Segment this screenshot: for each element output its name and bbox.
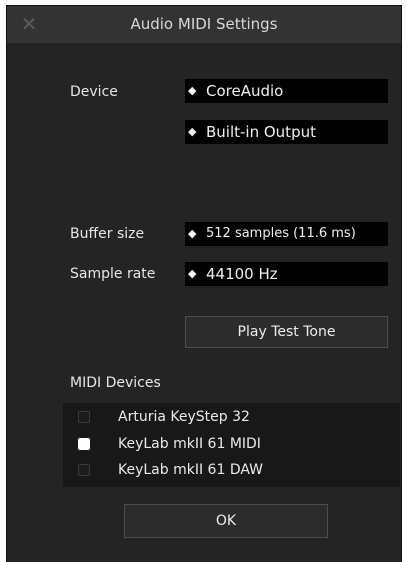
midi-device-name: Arturia KeyStep 32 (118, 409, 250, 425)
select-arrows-icon: ◆ (188, 84, 197, 97)
midi-device-name: KeyLab mkII 61 MIDI (118, 436, 261, 452)
driver-select[interactable]: ◆ CoreAudio (185, 79, 388, 103)
select-arrows-icon: ◆ (188, 125, 197, 138)
sample-rate-value: 44100 Hz (206, 265, 278, 283)
play-test-tone-button[interactable]: Play Test Tone (185, 316, 388, 348)
midi-device-item[interactable]: Arturia KeyStep 32 (63, 404, 400, 430)
sample-rate-select[interactable]: ◆ 44100 Hz (185, 262, 388, 286)
title-bar: Audio MIDI Settings ✕ (7, 6, 401, 43)
midi-device-item[interactable]: KeyLab mkII 61 MIDI (63, 431, 400, 457)
midi-device-item[interactable]: KeyLab mkII 61 DAW (63, 457, 400, 483)
window-title: Audio MIDI Settings (130, 15, 278, 33)
ok-button[interactable]: OK (124, 504, 328, 538)
audio-midi-settings-window: Audio MIDI Settings ✕ Device ◆ CoreAudio … (7, 6, 401, 562)
select-arrows-icon: ◆ (188, 267, 197, 280)
midi-device-list: Arturia KeyStep 32 KeyLab mkII 61 MIDI K… (63, 403, 400, 487)
device-label: Device (70, 84, 118, 100)
sample-rate-label: Sample rate (70, 266, 156, 282)
buffer-size-select[interactable]: ◆ 512 samples (11.6 ms) (185, 222, 388, 246)
driver-value: CoreAudio (206, 82, 284, 100)
midi-devices-heading: MIDI Devices (70, 375, 161, 391)
select-arrows-icon: ◆ (188, 227, 197, 240)
midi-device-checkbox[interactable] (78, 464, 90, 476)
close-icon[interactable]: ✕ (19, 13, 39, 35)
output-device-value: Built-in Output (206, 123, 316, 141)
midi-device-name: KeyLab mkII 61 DAW (118, 462, 264, 478)
output-device-select[interactable]: ◆ Built-in Output (185, 120, 388, 144)
buffer-size-label: Buffer size (70, 226, 145, 242)
midi-device-checkbox[interactable] (78, 438, 90, 450)
midi-device-checkbox[interactable] (78, 411, 90, 423)
buffer-size-value: 512 samples (11.6 ms) (206, 226, 356, 241)
